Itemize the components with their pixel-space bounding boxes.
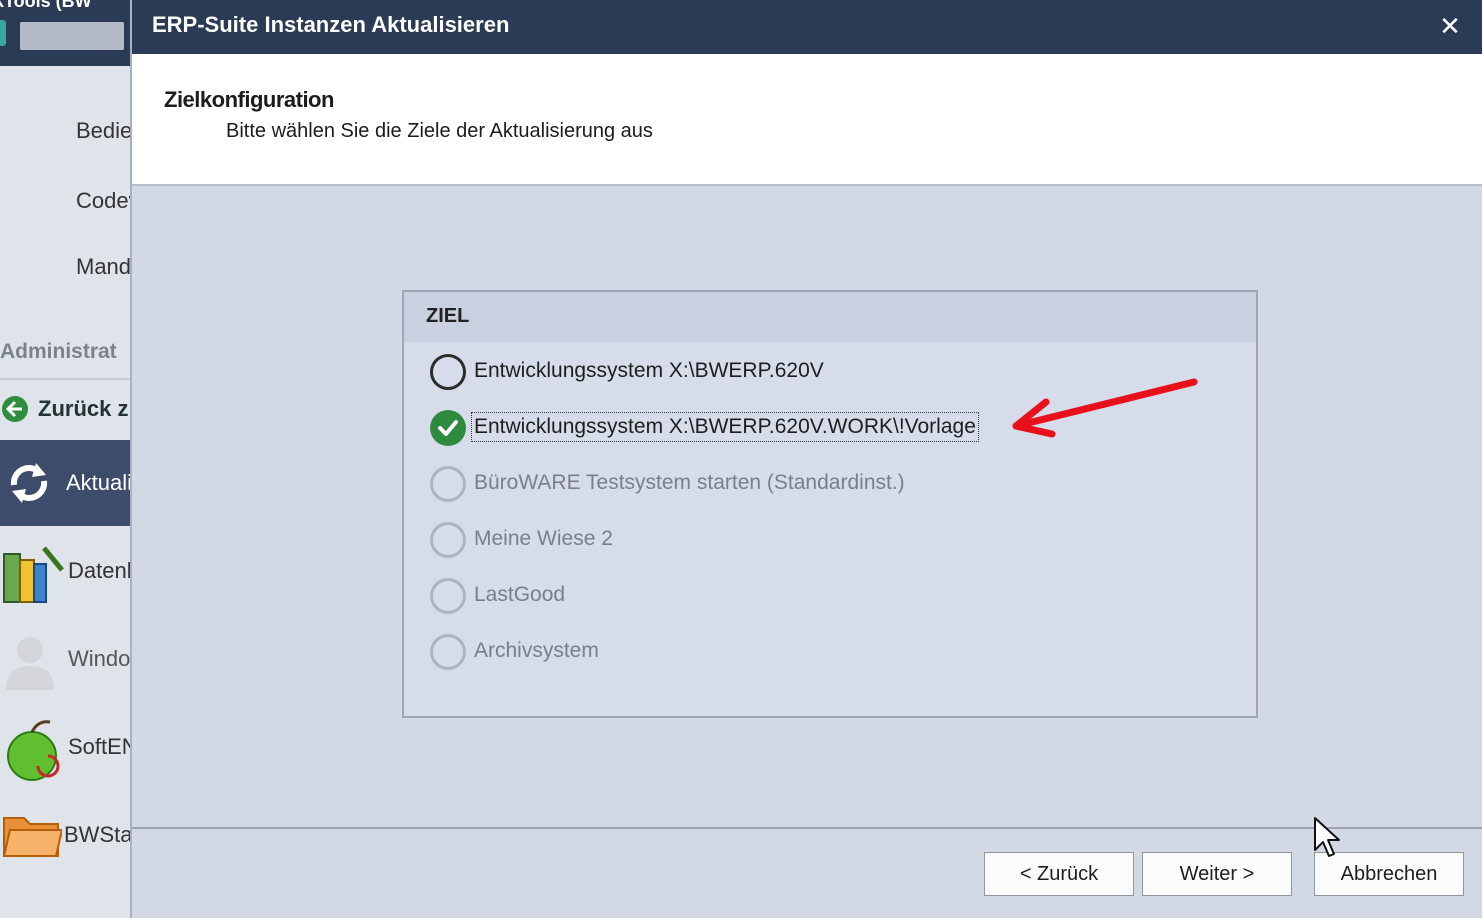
apple-icon: [2, 716, 64, 787]
database-tools-icon: [2, 540, 66, 611]
radio-label: Entwicklungssystem X:\BWERP.620V.WORK\!V…: [471, 412, 979, 442]
dialog-title: ERP-Suite Instanzen Aktualisieren: [152, 12, 510, 37]
folder-icon: [2, 804, 64, 865]
bg-item-bwstart[interactable]: BWSta: [0, 796, 132, 876]
background-app-title: XTools (BW: [0, 0, 92, 11]
mouse-pointer-icon: [1314, 817, 1340, 857]
background-app-titlebar: XTools (BW: [0, 0, 132, 66]
radio-label: BüroWARE Testsystem starten (Standardins…: [474, 471, 905, 494]
bg-nav-item-active[interactable]: Aktuali: [0, 440, 132, 526]
blurred-user-field: [20, 22, 124, 50]
next-button[interactable]: Weiter >: [1142, 852, 1292, 896]
dialog-title-bar[interactable]: ERP-Suite Instanzen Aktualisieren ✕: [132, 0, 1482, 54]
bg-item-database-label: Datenl: [68, 558, 132, 583]
target-group-title: ZIEL: [426, 305, 470, 327]
refresh-icon: [4, 455, 54, 516]
bg-nav-item-2[interactable]: Mand: [76, 254, 131, 280]
bg-item-database[interactable]: Datenl: [0, 532, 132, 612]
bg-nav-item-0[interactable]: Bedie: [76, 118, 132, 144]
checkmark-icon[interactable]: [430, 410, 466, 446]
bg-item-soften[interactable]: SoftEN: [0, 708, 132, 788]
back-button[interactable]: < Zurück: [984, 852, 1134, 896]
target-group-box: ZIEL Entwicklungssystem X:\BWERP.620V En…: [402, 290, 1258, 718]
wizard-header: Zielkonfiguration Bitte wählen Sie die Z…: [132, 54, 1482, 186]
radio-label: Meine Wiese 2: [474, 527, 613, 550]
bg-back-label: Zurück z: [38, 396, 129, 421]
red-arrow-annotation-icon: [1012, 378, 1198, 438]
wizard-step-title: Zielkonfiguration: [164, 87, 334, 112]
bg-section-divider: [0, 378, 132, 380]
bg-item-windows[interactable]: Windo: [0, 620, 132, 700]
radio-unchecked-icon[interactable]: [430, 354, 466, 390]
update-dialog: ERP-Suite Instanzen Aktualisieren ✕ Ziel…: [130, 0, 1482, 918]
target-group-header: ZIEL: [404, 292, 1256, 342]
radio-disabled-icon[interactable]: [430, 634, 466, 670]
wizard-step-subtitle: Bitte wählen Sie die Ziele der Aktualisi…: [226, 120, 653, 142]
bg-active-label: Aktuali: [66, 470, 132, 495]
bg-nav-item-1[interactable]: Codev: [76, 188, 132, 214]
app-logo-icon: [0, 20, 6, 46]
cancel-button[interactable]: Abbrechen: [1314, 852, 1464, 896]
bg-item-windows-label: Windo: [68, 646, 131, 671]
back-arrow-icon: [2, 396, 28, 422]
radio-label: Entwicklungssystem X:\BWERP.620V: [474, 359, 824, 382]
radio-disabled-icon[interactable]: [430, 578, 466, 614]
radio-label: LastGood: [474, 583, 566, 606]
bg-item-bwstart-label: BWSta: [64, 822, 132, 847]
background-app-window: XTools (BW Bedie Codev Mand Administrat …: [0, 0, 132, 918]
radio-disabled-icon[interactable]: [430, 522, 466, 558]
user-icon: [2, 628, 58, 697]
radio-disabled-icon[interactable]: [430, 466, 466, 502]
bg-section-label: Administrat: [0, 340, 117, 363]
close-icon[interactable]: ✕: [1432, 8, 1468, 44]
footer-divider: [132, 827, 1482, 829]
radio-label: Archivsystem: [474, 639, 599, 662]
bg-item-soften-label: SoftEN: [68, 734, 132, 759]
